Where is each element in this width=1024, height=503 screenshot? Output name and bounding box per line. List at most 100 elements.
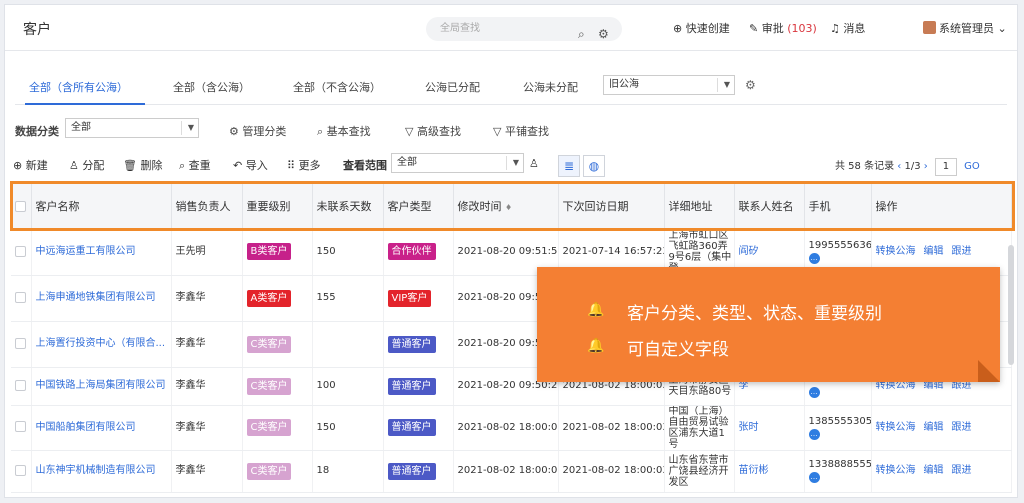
- type-badge: 普通客户: [387, 335, 436, 353]
- days-cell: [312, 321, 384, 368]
- quick-create-button[interactable]: ⊕ 快速创建: [673, 20, 730, 36]
- row-action-button[interactable]: 跟进: [952, 422, 972, 433]
- tab-all-with-sea[interactable]: 全部（含公海）: [173, 79, 250, 95]
- page-input[interactable]: 1: [934, 158, 957, 176]
- user-name: 系统管理员: [939, 22, 994, 35]
- next-page-icon[interactable]: ›: [924, 161, 931, 172]
- globe-view-icon[interactable]: ◍: [583, 155, 605, 177]
- tab-bar: 全部（含所有公海） 全部（含公海） 全部（不含公海） 公海已分配 公海未分配 旧…: [15, 65, 1007, 105]
- divider: [717, 78, 718, 92]
- type-badge: 合作伙伴: [387, 243, 436, 261]
- customer-name-link[interactable]: 中国铁路上海局集团有限公司: [36, 380, 166, 391]
- row-action-button[interactable]: 编辑: [924, 246, 944, 257]
- row-checkbox[interactable]: [11, 367, 32, 406]
- feature-callout: 🔔 客户分类、类型、状态、重要级别 🔔 可自定义字段: [537, 267, 1000, 382]
- next-visit-cell: 2021-08-02 18:00:03: [558, 450, 665, 493]
- filter-icon: ▽: [493, 125, 502, 138]
- row-action-button[interactable]: 编辑: [924, 422, 944, 433]
- contact-link[interactable]: 阎矽: [739, 246, 759, 257]
- tab-all-with-all-seas[interactable]: 全部（含所有公海）: [29, 79, 128, 95]
- new-button[interactable]: ⊕ 新建: [13, 157, 48, 173]
- chat-icon[interactable]: …: [808, 387, 820, 398]
- scope-select[interactable]: 全部 ▼: [391, 153, 524, 173]
- search-placeholder: 全局查找: [440, 23, 480, 34]
- sea-select-value: 旧公海: [609, 79, 639, 90]
- more-label: 更多: [298, 159, 321, 172]
- manage-category-button[interactable]: ⚙ 管理分类: [229, 123, 286, 139]
- chat-icon[interactable]: …: [808, 428, 820, 440]
- phone-number: 19955556369: [808, 239, 871, 251]
- tab-all-without-sea[interactable]: 全部（不含公海）: [293, 79, 381, 95]
- row-checkbox[interactable]: [11, 275, 32, 322]
- row-action-button[interactable]: 转换公海: [876, 422, 916, 433]
- duplicate-check-button[interactable]: ⌕ 查重: [179, 157, 211, 173]
- row-action-button[interactable]: 编辑: [924, 465, 944, 476]
- more-button[interactable]: ⠿ 更多: [287, 157, 321, 173]
- contact-link[interactable]: 张时: [739, 422, 759, 433]
- filter-icon: ▽: [405, 125, 414, 138]
- days-cell: 155: [312, 275, 384, 322]
- category-select[interactable]: 全部 ▼: [65, 118, 199, 138]
- approve-button[interactable]: ✎ 审批 (103): [749, 20, 817, 36]
- chevron-down-icon: ▼: [512, 158, 519, 167]
- callout-line-2: 可自定义字段: [627, 340, 729, 360]
- delete-button[interactable]: 🗑 删除: [123, 157, 162, 173]
- approve-label: 审批: [761, 22, 784, 35]
- row-checkbox[interactable]: [11, 229, 32, 276]
- row-action-button[interactable]: 转换公海: [876, 465, 916, 476]
- row-action-button[interactable]: 跟进: [952, 465, 972, 476]
- row-checkbox[interactable]: [11, 321, 32, 368]
- manage-category-label: 管理分类: [242, 125, 287, 138]
- quick-create-label: 快速创建: [685, 22, 730, 35]
- days-cell: 150: [312, 229, 384, 276]
- import-button[interactable]: ↶ 导入: [233, 157, 268, 173]
- row-action-button[interactable]: 转换公海: [876, 246, 916, 257]
- vertical-scrollbar[interactable]: [1008, 245, 1014, 365]
- category-select-value: 全部: [71, 122, 91, 133]
- search-icon: ⌕: [179, 159, 186, 172]
- user-filter-icon[interactable]: ♙: [529, 157, 539, 170]
- row-checkbox[interactable]: [11, 405, 32, 451]
- plus-circle-icon: ⊕: [13, 159, 23, 172]
- user-menu[interactable]: 系统管理员 ⌄: [923, 20, 1007, 36]
- assign-button[interactable]: ♙ 分配: [69, 157, 104, 173]
- customer-name-link[interactable]: 上海申通地铁集团有限公司: [36, 292, 156, 303]
- bell-icon: 🔔: [587, 302, 605, 318]
- customer-name-link[interactable]: 中国船舶集团有限公司: [36, 422, 136, 433]
- gear-icon[interactable]: ⚙: [598, 22, 609, 46]
- chat-icon[interactable]: …: [808, 472, 820, 483]
- trash-icon: 🗑: [123, 159, 137, 172]
- customer-name-link[interactable]: 上海置行投资中心（有限合...: [36, 338, 166, 349]
- crm-window: 客户 全局查找 ⌕ ⚙ ⊕ 快速创建 ✎ 审批 (103) ♫ 消息 系统管理员…: [4, 4, 1018, 498]
- row-action-button[interactable]: 跟进: [952, 246, 972, 257]
- global-search-input[interactable]: 全局查找 ⌕ ⚙: [426, 17, 622, 41]
- page-info: 1/3: [904, 161, 921, 172]
- modified-cell: 2021-08-02 18:00:07: [453, 405, 559, 451]
- level-badge: A类客户: [246, 289, 292, 307]
- customer-name-link[interactable]: 山东神宇机械制造有限公司: [36, 465, 156, 476]
- chat-icon[interactable]: …: [808, 252, 820, 264]
- avatar: [923, 21, 936, 34]
- address-cell: 山东省东营市广饶县经济开发区: [664, 450, 735, 493]
- bell-icon: 🔔: [587, 338, 605, 354]
- go-button[interactable]: GO: [964, 161, 980, 172]
- category-label: 数据分类: [15, 125, 59, 138]
- customer-name-link[interactable]: 中远海运重工有限公司: [36, 246, 136, 257]
- flat-search-button[interactable]: ▽ 平铺查找: [493, 123, 549, 139]
- gear-icon[interactable]: ⚙: [745, 78, 756, 92]
- sea-select[interactable]: 旧公海 ▼: [603, 75, 735, 95]
- advanced-search-button[interactable]: ▽ 高级查找: [405, 123, 461, 139]
- row-checkbox[interactable]: [11, 450, 32, 493]
- tab-sea-assigned[interactable]: 公海已分配: [425, 79, 480, 95]
- owner-cell: 李鑫华: [171, 450, 243, 493]
- messages-button[interactable]: ♫ 消息: [830, 20, 865, 36]
- search-icon[interactable]: ⌕: [578, 22, 585, 46]
- tab-sea-unassigned[interactable]: 公海未分配: [523, 79, 578, 95]
- contact-link[interactable]: 苗衍彬: [739, 465, 769, 476]
- table-row[interactable]: 山东神宇机械制造有限公司 李鑫华 C类客户 18 普通客户 2021-08-02 18:0…: [11, 450, 1012, 493]
- table-row[interactable]: 中国船舶集团有限公司 李鑫华 C类客户 150 普通客户 2021-08-02 18:00…: [11, 405, 1012, 451]
- basic-search-button[interactable]: ⌕ 基本查找: [317, 123, 371, 139]
- owner-cell: 李鑫华: [171, 321, 243, 368]
- list-view-icon[interactable]: ≣: [558, 155, 580, 177]
- level-badge: C类客户: [246, 377, 292, 395]
